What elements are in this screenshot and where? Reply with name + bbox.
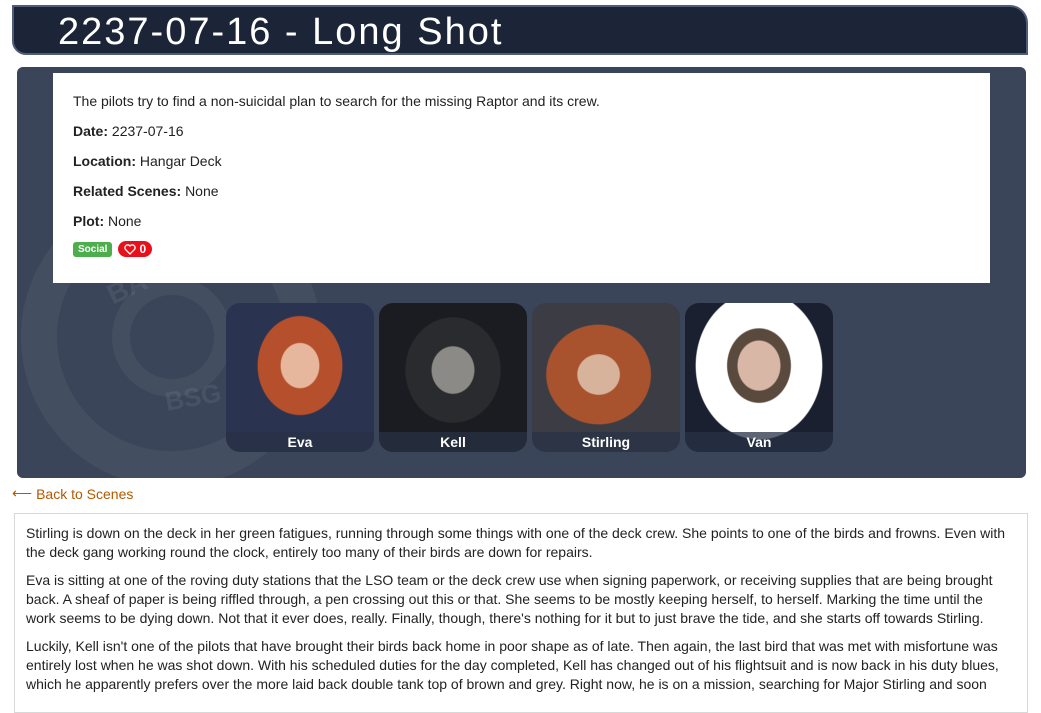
left-arrow-icon: ⟵ (12, 485, 33, 501)
participant-portrait-eva[interactable]: Eva (226, 303, 374, 452)
social-tag[interactable]: Social (73, 241, 113, 257)
related-scenes-row: Related Scenes: None (73, 183, 970, 199)
scene-info-box: The pilots try to find a non-suicidal pl… (53, 73, 990, 283)
date-value: 2237-07-16 (111, 123, 184, 139)
log-paragraph: Stirling is down on the deck in her gree… (26, 525, 1006, 560)
scene-summary: The pilots try to find a non-suicidal pl… (73, 93, 600, 109)
location-row: Location: Hangar Deck (73, 153, 970, 169)
participant-name: Eva (226, 432, 374, 452)
log-paragraph: Eva is sitting at one of the roving duty… (26, 572, 993, 626)
location-label: Location: (73, 153, 136, 169)
like-button[interactable]: 0 (118, 241, 153, 257)
participant-name: Kell (379, 432, 527, 452)
tag-row: Social 0 (73, 241, 970, 257)
participant-list: Eva Kell Stirling Van (226, 303, 833, 452)
title-bar: 2237-07-16 - Long Shot (12, 5, 1028, 55)
heart-icon (124, 243, 137, 255)
participant-portrait-kell[interactable]: Kell (379, 303, 527, 452)
participant-name: Van (685, 432, 833, 452)
participant-portrait-van[interactable]: Van (685, 303, 833, 452)
date-row: Date: 2237-07-16 (73, 123, 970, 139)
related-scenes-label: Related Scenes: (73, 183, 182, 199)
log-paragraph: Luckily, Kell isn't one of the pilots th… (26, 638, 999, 692)
related-scenes-value: None (185, 183, 219, 199)
plot-row: Plot: None (73, 213, 970, 229)
scene-panel: BA BSG The pilots try to find a non-suic… (17, 67, 1026, 478)
date-label: Date: (73, 123, 109, 139)
participant-portrait-stirling[interactable]: Stirling (532, 303, 680, 452)
back-link-label: Back to Scenes (36, 485, 134, 502)
location-value: Hangar Deck (139, 153, 222, 169)
back-to-scenes-link[interactable]: ⟵ Back to Scenes (12, 485, 133, 502)
scene-log: Stirling is down on the deck in her gree… (14, 513, 1028, 713)
like-count: 0 (139, 242, 147, 256)
plot-label: Plot: (73, 213, 105, 229)
plot-value: None (108, 213, 142, 229)
participant-name: Stirling (532, 432, 680, 452)
page-title: 2237-07-16 - Long Shot (58, 11, 504, 53)
